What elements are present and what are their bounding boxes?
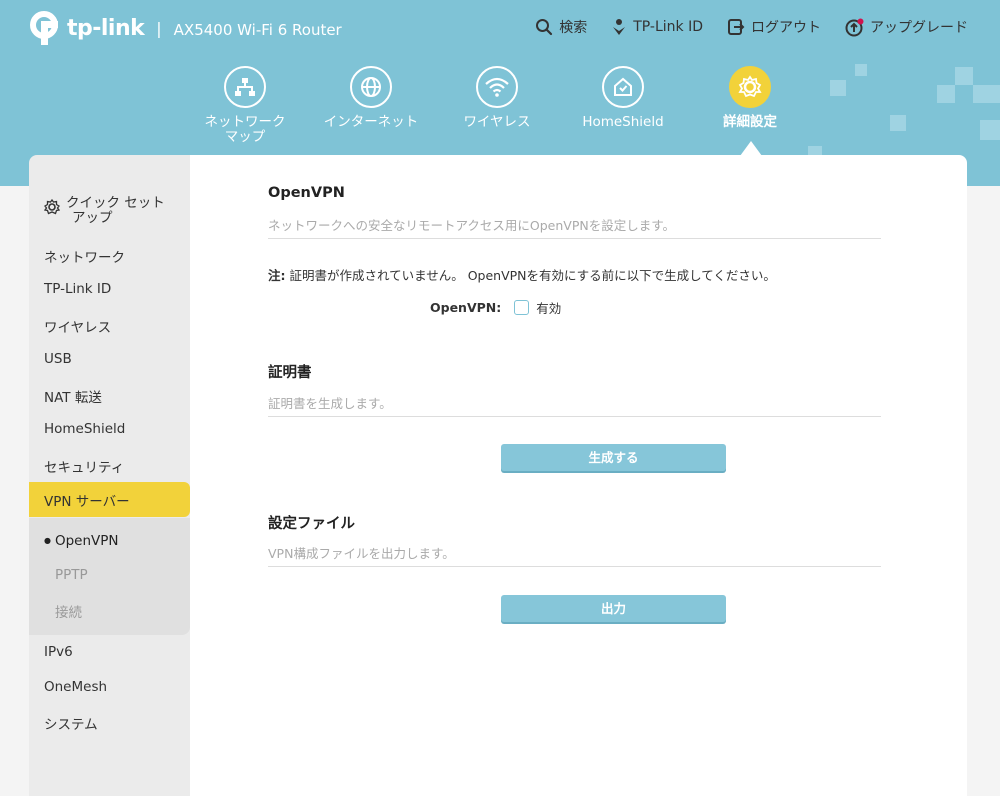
sidebar-item-vpn-server[interactable]: VPN サーバー: [29, 490, 190, 510]
openvpn-title: OpenVPN: [268, 185, 345, 201]
certificate-title: 証明書: [268, 365, 312, 381]
active-nav-pointer: [740, 141, 762, 156]
config-file-title: 設定ファイル: [268, 516, 355, 532]
nav-internet[interactable]: インターネット: [316, 66, 426, 130]
openvpn-enable-checkbox[interactable]: [514, 300, 530, 315]
openvpn-enable-label[interactable]: 有効: [536, 298, 561, 317]
nav-network-map-label: ネットワーク マップ: [204, 114, 286, 145]
config-file-description: VPN構成ファイルを出力します。: [268, 546, 455, 561]
search-icon: [536, 19, 553, 36]
nav-internet-label: インターネット: [323, 114, 419, 130]
sidebar-item-ipv6[interactable]: IPv6: [29, 644, 190, 660]
sidebar-item-homeshield[interactable]: HomeShield: [29, 421, 190, 437]
wifi-icon: [476, 66, 518, 108]
main-panel: OpenVPN ネットワークへの安全なリモートアクセス用にOpenVPNを設定し…: [190, 155, 967, 796]
top-links: 検索 TP-Link ID ログアウト アップグレード: [535, 17, 968, 37]
upgrade-link[interactable]: アップグレード: [845, 17, 968, 37]
export-config-button[interactable]: 出力: [501, 595, 726, 622]
quick-setup-icon: [44, 199, 60, 215]
brand-name: tp-link: [67, 15, 145, 41]
nav-homeshield[interactable]: HomeShield: [568, 66, 678, 130]
gear-icon: [729, 66, 771, 108]
model-name: AX5400 Wi-Fi 6 Router: [173, 20, 342, 39]
sidebar-item-network[interactable]: ネットワーク: [29, 246, 190, 266]
tplink-logo[interactable]: tp-link | AX5400 Wi-Fi 6 Router: [30, 11, 342, 45]
note-text: 証明書が作成されていません。 OpenVPNを有効にする前に以下で生成してくださ…: [285, 268, 776, 283]
divider: [268, 238, 881, 239]
tplink-id-link[interactable]: TP-Link ID: [611, 18, 703, 36]
sidebar-item-usb[interactable]: USB: [29, 351, 190, 367]
sidebar-subitem-pptp[interactable]: PPTP: [29, 567, 190, 583]
globe-icon: [350, 66, 392, 108]
sidebar-subitem-connections[interactable]: 接続: [29, 601, 190, 621]
nav-wireless[interactable]: ワイヤレス: [442, 66, 552, 130]
upgrade-label: アップグレード: [870, 20, 968, 36]
divider: [268, 566, 881, 567]
upgrade-icon: [845, 18, 864, 36]
sidebar-item-tplink-id[interactable]: TP-Link ID: [29, 281, 190, 297]
search-link[interactable]: 検索: [535, 17, 587, 37]
tplink-logo-icon: [30, 11, 64, 45]
sidebar-item-quick-setup[interactable]: クイック セット アップ: [29, 196, 190, 226]
generate-certificate-button[interactable]: 生成する: [501, 444, 726, 471]
nav-advanced-label: 詳細設定: [723, 114, 777, 130]
active-bullet-icon: ●: [44, 536, 51, 545]
sidebar-item-security[interactable]: セキュリティ: [29, 456, 190, 476]
search-label: 検索: [559, 20, 588, 36]
sidebar: クイック セット アップ ネットワーク TP-Link ID ワイヤレス USB …: [29, 155, 190, 796]
openvpn-note: 注: 証明書が作成されていません。 OpenVPNを有効にする前に以下で生成して…: [268, 265, 776, 284]
logout-link[interactable]: ログアウト: [727, 17, 821, 37]
nav-network-map[interactable]: ネットワーク マップ: [190, 66, 300, 145]
homeshield-icon: [602, 66, 644, 108]
sidebar-item-wireless[interactable]: ワイヤレス: [29, 316, 190, 336]
network-map-icon: [224, 66, 266, 108]
logout-label: ログアウト: [751, 20, 821, 36]
openvpn-description: ネットワークへの安全なリモートアクセス用にOpenVPNを設定します。: [268, 218, 675, 233]
tplink-id-label: TP-Link ID: [633, 19, 703, 35]
brand-separator: |: [156, 18, 162, 38]
openvpn-toggle-label: OpenVPN:: [430, 300, 502, 315]
nav-homeshield-label: HomeShield: [582, 114, 664, 130]
note-label: 注:: [268, 268, 286, 283]
main-nav: ネットワーク マップ インターネット ワイヤレス HomeShield 詳細設定: [0, 66, 1000, 156]
nav-advanced[interactable]: 詳細設定: [695, 66, 805, 130]
sidebar-subitem-openvpn[interactable]: ● OpenVPN: [29, 533, 190, 549]
sidebar-item-system[interactable]: システム: [29, 713, 190, 733]
tplink-id-icon: [613, 19, 626, 35]
certificate-description: 証明書を生成します。: [268, 396, 392, 411]
sidebar-item-nat[interactable]: NAT 転送: [29, 386, 190, 406]
divider: [268, 416, 881, 417]
openvpn-toggle-row: OpenVPN: 有効: [430, 298, 561, 317]
logout-icon: [728, 19, 745, 35]
sidebar-item-onemesh[interactable]: OneMesh: [29, 679, 190, 695]
sidebar-subitem-openvpn-label: OpenVPN: [54, 533, 119, 549]
nav-wireless-label: ワイヤレス: [463, 114, 531, 130]
